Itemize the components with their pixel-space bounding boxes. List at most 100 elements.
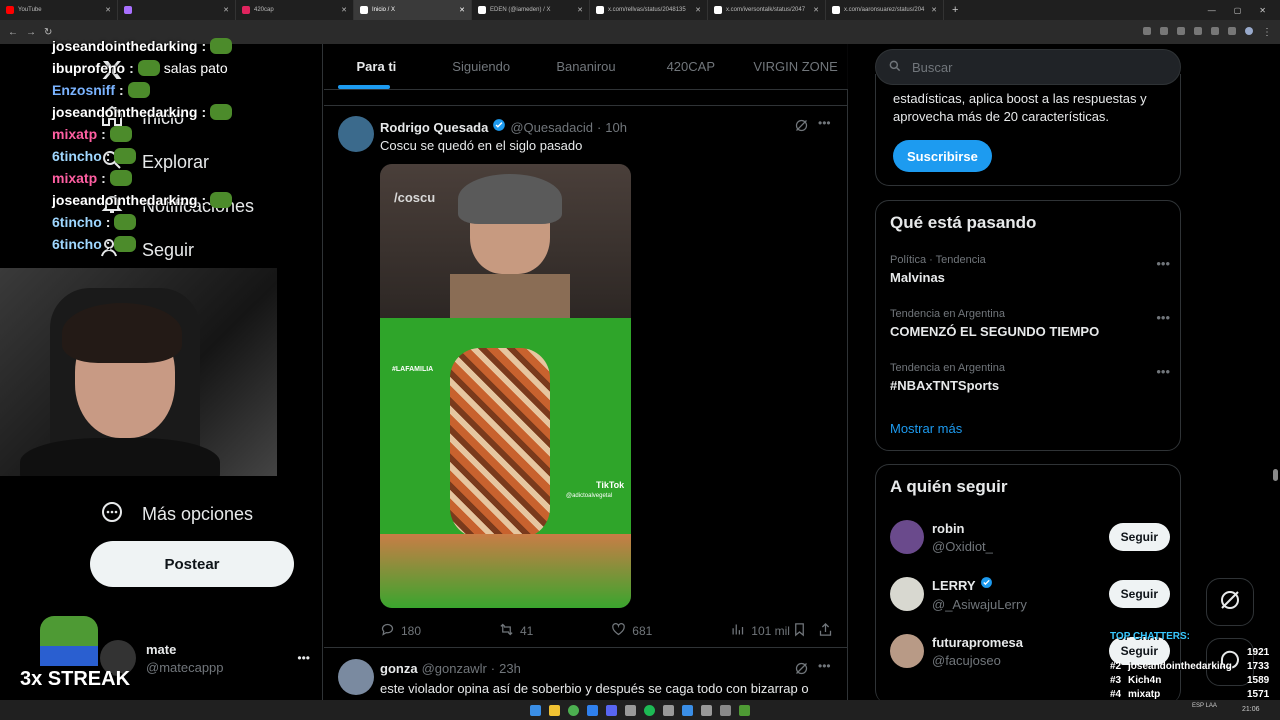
app-icon[interactable] (663, 704, 674, 716)
account-menu-icon[interactable]: ••• (297, 651, 310, 665)
trend-item[interactable]: Tendencia en Argentina COMENZÓ EL SEGUND… (890, 308, 1170, 339)
windows-start-icon[interactable] (530, 704, 541, 716)
app-icon[interactable] (682, 704, 693, 716)
streak-label: 3x STREAK (20, 668, 131, 690)
like-button[interactable]: 681 (611, 622, 652, 640)
show-more-link[interactable]: Mostrar más (890, 421, 962, 436)
more-options-button[interactable]: Más opciones (100, 500, 253, 529)
file-explorer-icon[interactable] (549, 704, 560, 716)
extension-icon[interactable] (1194, 26, 1202, 35)
chat-emote (137, 60, 160, 76)
browser-tab[interactable]: x.com/rellvas/status/2048135 ✕ (590, 0, 708, 20)
extension-icon[interactable] (1211, 26, 1219, 35)
tweet-author-handle[interactable]: @Quesadacid (510, 120, 593, 135)
browser-tab[interactable]: x.com/iversontalk/status/2047 ✕ (708, 0, 826, 20)
app-icon[interactable] (701, 704, 712, 716)
close-icon[interactable]: ✕ (459, 6, 465, 14)
obs-icon[interactable] (739, 704, 750, 716)
keyboard-language[interactable]: ESP LAA (1192, 703, 1218, 710)
video-green-frame: #LAFAMILIA TikTok @adictoalvegetal (380, 318, 631, 538)
tab-bananirou[interactable]: Bananirou (534, 44, 639, 89)
avatar[interactable] (338, 659, 374, 695)
new-tab-button[interactable]: + (944, 4, 966, 16)
trend-item[interactable]: Política · Tendencia Malvinas ••• (890, 254, 1170, 285)
views-button[interactable]: 101 mil (730, 622, 790, 640)
follow-suggestion[interactable]: LERRY @_AsiwajuLerry Seguir (890, 574, 1170, 614)
extension-icon[interactable] (1228, 26, 1236, 35)
close-icon[interactable]: ✕ (695, 6, 701, 14)
grok-icon[interactable] (794, 118, 809, 138)
app-icon[interactable] (625, 704, 636, 716)
spotify-icon[interactable] (644, 704, 655, 716)
reply-button[interactable]: 180 (380, 622, 421, 640)
forward-icon[interactable]: → (26, 27, 36, 38)
follow-button[interactable]: Seguir (1108, 580, 1170, 608)
browser-tab[interactable]: ✕ (118, 0, 236, 20)
chat-emote (114, 148, 137, 164)
tweet-author-name[interactable]: Rodrigo Quesada (380, 120, 488, 135)
tweet-author-handle[interactable]: @gonzawlr (422, 661, 487, 676)
follow-suggestion[interactable]: robin @Oxidiot_ Seguir (890, 517, 1170, 557)
maximize-icon[interactable]: ▢ (1234, 6, 1242, 15)
subscribe-button[interactable]: Suscribirse (893, 140, 992, 172)
trend-more-icon[interactable]: ••• (1156, 256, 1170, 271)
tab-virgin-zone[interactable]: VIRGIN ZONE (743, 44, 848, 89)
app-icon[interactable] (720, 704, 731, 716)
browser-tab[interactable]: EDEN (@iameden) / X ✕ (472, 0, 590, 20)
avatar[interactable] (338, 116, 374, 152)
close-icon[interactable]: ✕ (105, 6, 111, 14)
extension-icon[interactable] (1143, 26, 1151, 35)
trend-more-icon[interactable]: ••• (1156, 310, 1170, 325)
close-icon[interactable]: ✕ (341, 6, 347, 14)
clock[interactable]: 21:06 (1242, 706, 1260, 713)
trend-item[interactable]: Tendencia en Argentina #NBAxTNTSports ••… (890, 362, 1170, 393)
share-icon[interactable] (818, 622, 833, 642)
tweet-more-icon[interactable]: ••• (818, 116, 831, 130)
chat-message: joseandointhedarking: (52, 38, 236, 54)
window-controls: — ▢ ✕ (1208, 6, 1280, 15)
top-chatter-rank: #2 (1110, 661, 1122, 672)
tweet-time[interactable]: 10h (605, 120, 627, 135)
tweet-media-video[interactable]: /coscu #LAFAMILIA TikTok @adictoalvegeta… (380, 164, 631, 608)
close-icon[interactable]: ✕ (813, 6, 819, 14)
tweet-time[interactable]: 23h (499, 661, 521, 676)
close-window-icon[interactable]: ✕ (1259, 6, 1266, 15)
trend-more-icon[interactable]: ••• (1156, 364, 1170, 379)
scrollbar-thumb[interactable] (1273, 469, 1278, 481)
back-icon[interactable]: ← (8, 27, 18, 38)
browser-tab[interactable]: Inicio / X ✕ (354, 0, 472, 20)
close-icon[interactable]: ✕ (223, 6, 229, 14)
profile-avatar[interactable] (1245, 26, 1253, 35)
grok-float-button[interactable] (1206, 578, 1254, 626)
browser-tab[interactable]: YouTube ✕ (0, 0, 118, 20)
chat-message: mixatp: (52, 126, 136, 142)
avatar (890, 577, 924, 611)
bookmark-icon[interactable] (792, 622, 807, 642)
tweet-author-name[interactable]: gonza (380, 661, 418, 676)
tab-420cap[interactable]: 420CAP (638, 44, 743, 89)
minimize-icon[interactable]: — (1208, 6, 1216, 15)
extension-icon[interactable] (1160, 26, 1168, 35)
repost-button[interactable]: 41 (499, 622, 533, 640)
search-input[interactable]: Buscar (912, 60, 952, 75)
browser-menu-icon[interactable]: ⋮ (1262, 27, 1272, 38)
reload-icon[interactable]: ↻ (44, 27, 52, 38)
account-switcher[interactable]: mate @matecappp ••• (100, 636, 310, 680)
extension-icon[interactable] (1177, 26, 1185, 35)
edge-icon[interactable] (587, 704, 598, 716)
close-icon[interactable]: ✕ (931, 6, 937, 14)
premium-text: estadísticas, aplica boost a las respues… (893, 91, 1147, 124)
tweet-more-icon[interactable]: ••• (818, 659, 831, 673)
discord-icon[interactable] (606, 704, 617, 716)
chrome-icon[interactable] (568, 704, 579, 716)
tiktok-user: @adictoalvegetal (566, 493, 613, 499)
browser-tab[interactable]: x.com/aaronsuarez/status/204 ✕ (826, 0, 944, 20)
post-button[interactable]: Postear (90, 541, 294, 587)
follow-button[interactable]: Seguir (1108, 523, 1170, 551)
browser-tab[interactable]: 420cap ✕ (236, 0, 354, 20)
tweet[interactable]: Rodrigo Quesada @Quesadacid · 10h ••• Co… (324, 106, 848, 648)
tab-para-ti[interactable]: Para ti (324, 44, 429, 89)
close-icon[interactable]: ✕ (577, 6, 583, 14)
tab-siguiendo[interactable]: Siguiendo (429, 44, 534, 89)
grok-icon[interactable] (794, 661, 809, 681)
